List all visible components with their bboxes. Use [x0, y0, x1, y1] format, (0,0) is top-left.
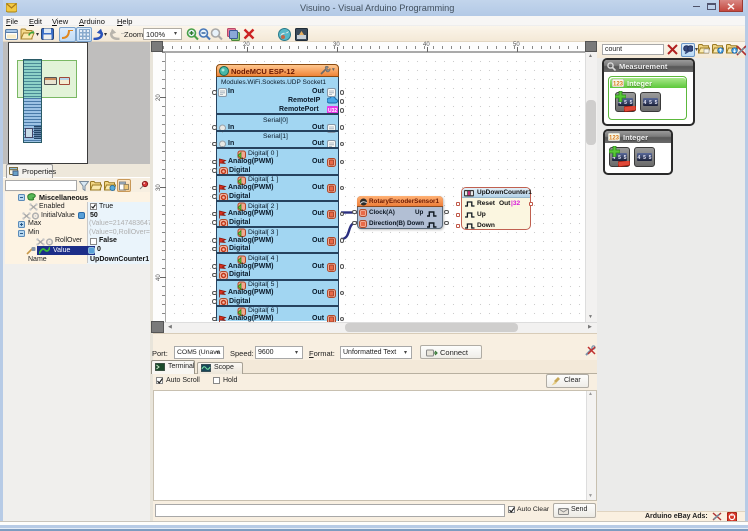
- svg-text:123: 123: [609, 136, 620, 142]
- svg-text:123: 123: [613, 82, 624, 88]
